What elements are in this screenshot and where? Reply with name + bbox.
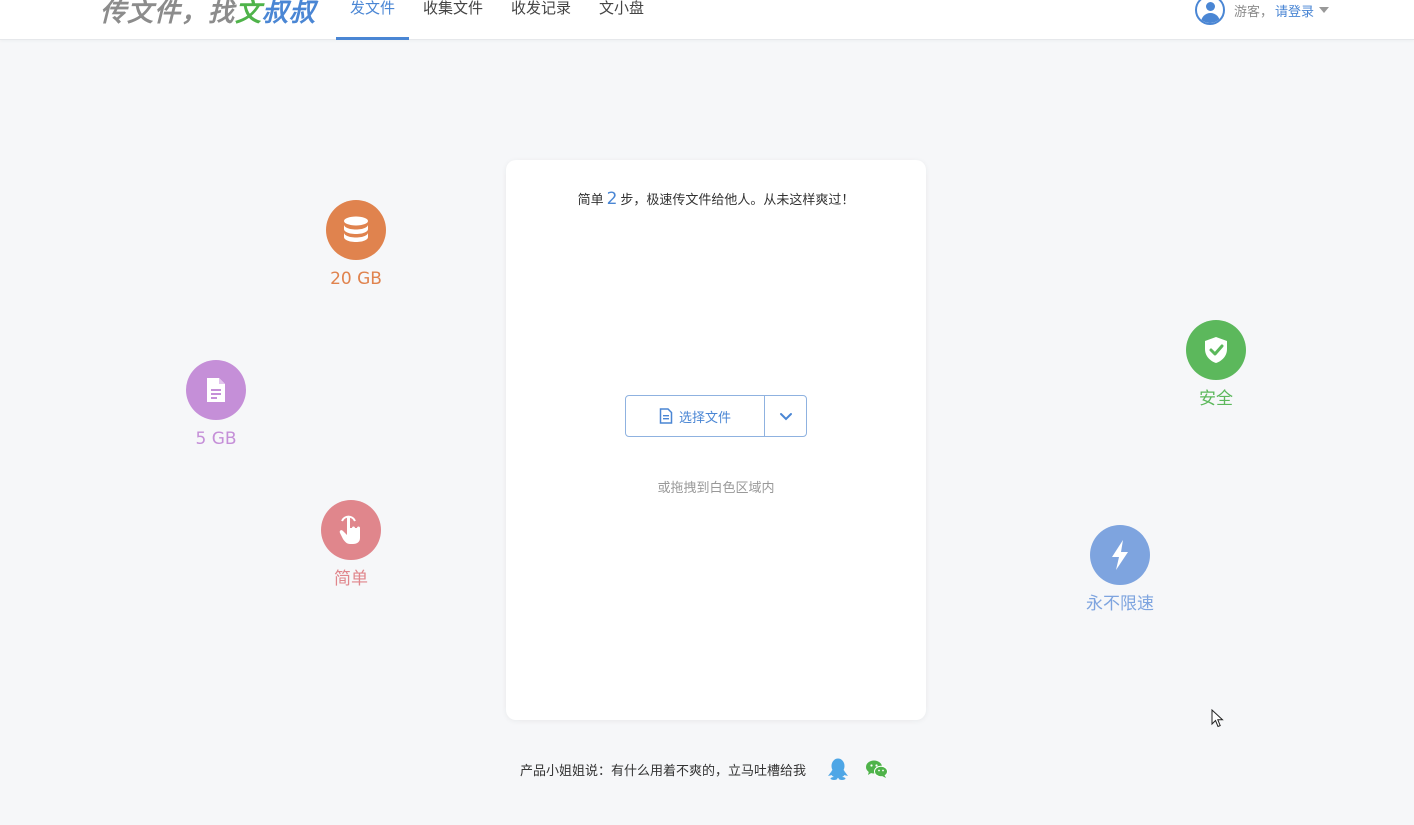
chevron-down-icon (779, 407, 793, 426)
feature-speed-label: 永不限速 (1086, 594, 1154, 614)
drag-drop-hint: 或拖拽到白色区域内 (657, 481, 775, 496)
feature-storage-label: 20 GB (330, 269, 382, 289)
mouse-cursor-icon (1211, 708, 1225, 733)
feature-file-size-label: 5 GB (195, 429, 237, 449)
feedback-bar: 产品小姐姐说：有什么用着不爽的，立马吐槽给我 (520, 757, 889, 781)
lightning-icon (1090, 525, 1150, 585)
top-header: 传文件，找文叔叔 发文件 收集文件 收发记录 文小盘 游客， 请登录 (0, 0, 1414, 40)
feature-secure: 安全 (1156, 320, 1276, 410)
step-count: 2 (606, 189, 618, 209)
feature-secure-label: 安全 (1199, 389, 1233, 409)
upload-card[interactable]: 简单 2 步，极速传文件给他人。从未这样爽过！ 选择文件 或拖拽到白色区域内 (506, 160, 926, 720)
main-nav: 发文件 收集文件 收发记录 文小盘 (336, 0, 658, 40)
feature-speed: 永不限速 (1060, 525, 1180, 615)
nav-history[interactable]: 收发记录 (497, 0, 585, 40)
feedback-text: 产品小姐姐说：有什么用着不爽的，立马吐槽给我 (520, 763, 807, 779)
nav-mini-disk[interactable]: 文小盘 (585, 0, 658, 40)
title-prefix: 简单 (577, 193, 604, 208)
logo-text-prefix: 传文件，找 (100, 0, 236, 28)
user-menu[interactable]: 游客， 请登录 (1195, 0, 1330, 25)
select-dropdown-button[interactable] (765, 396, 806, 436)
select-file-label: 选择文件 (678, 410, 731, 426)
nav-collect-files[interactable]: 收集文件 (409, 0, 497, 40)
nav-send-file[interactable]: 发文件 (336, 0, 410, 40)
shield-check-icon (1186, 320, 1246, 380)
nav-mini-disk-label: 文小盘 (599, 0, 645, 17)
feature-file-size: 5 GB (156, 360, 276, 450)
caret-down-icon[interactable] (1319, 7, 1330, 13)
title-suffix: 步，极速传文件给他人。从未这样爽过！ (620, 193, 855, 208)
document-icon (186, 360, 246, 420)
login-link[interactable]: 请登录 (1275, 1, 1314, 20)
feature-simple-label: 简单 (334, 569, 368, 589)
select-file-group: 选择文件 (625, 395, 807, 437)
feature-storage: 20 GB (296, 200, 416, 290)
hand-pointer-icon (321, 500, 381, 560)
wechat-icon[interactable] (866, 759, 889, 779)
feature-simple: 简单 (291, 500, 411, 590)
nav-history-label: 收发记录 (511, 0, 572, 17)
logo-text-blue: 叔叔 (262, 0, 317, 28)
site-logo[interactable]: 传文件，找文叔叔 (100, 0, 316, 29)
qq-penguin-icon[interactable] (828, 758, 849, 780)
user-avatar-icon[interactable] (1195, 0, 1225, 25)
nav-send-file-label: 发文件 (350, 0, 396, 17)
logo-text-green: 文 (235, 0, 263, 28)
file-icon (659, 408, 673, 424)
upload-card-title: 简单 2 步，极速传文件给他人。从未这样爽过！ (506, 189, 926, 209)
select-file-button[interactable]: 选择文件 (626, 396, 765, 436)
guest-label: 游客， (1234, 4, 1274, 20)
nav-collect-files-label: 收集文件 (423, 0, 484, 17)
database-icon (326, 200, 386, 260)
